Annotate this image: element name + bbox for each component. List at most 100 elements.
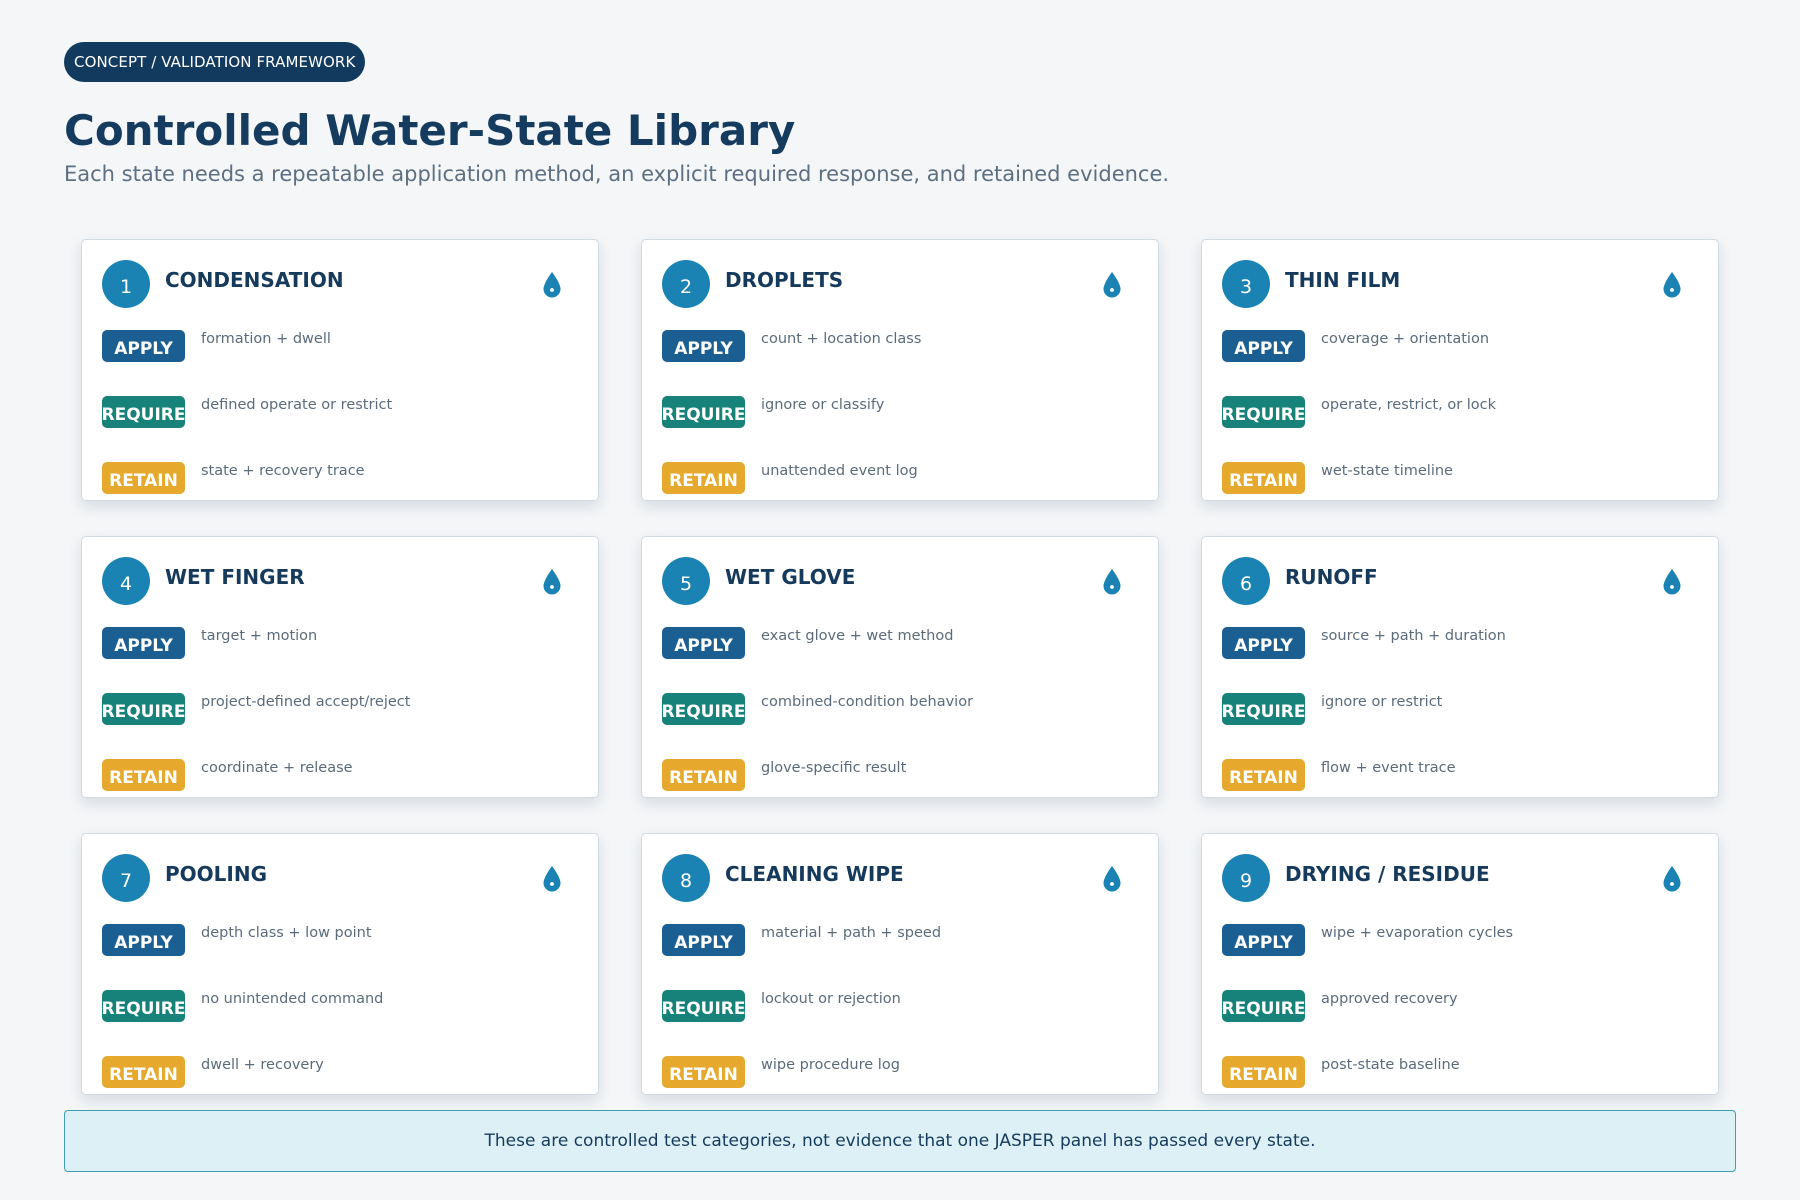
require-tag: REQUIRE	[102, 693, 186, 725]
require-tag: REQUIRE	[1222, 990, 1306, 1022]
retain-row: RETAIN state + recovery trace	[102, 462, 365, 494]
apply-tag: APPLY	[102, 924, 185, 956]
card-number-badge: 9	[1222, 854, 1270, 902]
retain-text: glove-specific result	[761, 760, 907, 776]
state-card: 3 THIN FILM APPLY coverage + orientation REQ…	[1201, 239, 1719, 501]
apply-text: depth class + low point	[201, 925, 372, 941]
apply-row: APPLY target + motion	[102, 627, 317, 659]
retain-tag: RETAIN	[102, 759, 185, 791]
state-card: 4 WET FINGER APPLY target + motion REQUIRE pr…	[81, 536, 599, 798]
card-number-badge: 7	[102, 854, 150, 902]
require-row: REQUIRE combined-condition behavior	[662, 693, 973, 725]
apply-text: count + location class	[761, 331, 922, 347]
eyebrow-badge: CONCEPT / VALIDATION FRAMEWORK	[64, 42, 366, 82]
apply-tag: APPLY	[662, 627, 745, 659]
require-text: no unintended command	[201, 991, 384, 1007]
state-card: 7 POOLING APPLY depth class + low point REQU…	[81, 833, 599, 1095]
require-row: REQUIRE operate, restrict, or lock	[1222, 396, 1496, 428]
page: CONCEPT / VALIDATION FRAMEWORK Controlle…	[0, 0, 1800, 1200]
retain-row: RETAIN glove-specific result	[662, 759, 906, 791]
card-title: DROPLETS	[725, 268, 844, 292]
retain-tag: RETAIN	[1222, 462, 1305, 494]
apply-text: target + motion	[201, 628, 318, 644]
retain-row: RETAIN wet-state timeline	[1222, 462, 1453, 494]
apply-row: APPLY formation + dwell	[102, 330, 331, 362]
apply-row: APPLY exact glove + wet method	[662, 627, 953, 659]
retain-row: RETAIN flow + event trace	[1222, 759, 1456, 791]
apply-row: APPLY material + path + speed	[662, 924, 941, 956]
state-card: 9 DRYING / RESIDUE APPLY wipe + evaporation…	[1201, 833, 1719, 1095]
retain-row: RETAIN dwell + recovery	[102, 1056, 324, 1088]
retain-row: RETAIN coordinate + release	[102, 759, 353, 791]
require-tag: REQUIRE	[662, 396, 746, 428]
apply-tag: APPLY	[1222, 924, 1305, 956]
apply-row: APPLY wipe + evaporation cycles	[1222, 924, 1513, 956]
apply-text: exact glove + wet method	[761, 628, 954, 644]
card-number-badge: 4	[102, 557, 150, 605]
apply-row: APPLY coverage + orientation	[1222, 330, 1489, 362]
water-drop-icon	[1662, 865, 1682, 893]
retain-text: post-state baseline	[1321, 1057, 1460, 1073]
retain-tag: RETAIN	[102, 462, 185, 494]
retain-tag: RETAIN	[1222, 759, 1305, 791]
page-subtitle: Each state needs a repeatable applicatio…	[64, 162, 1170, 186]
retain-tag: RETAIN	[662, 759, 745, 791]
retain-tag: RETAIN	[662, 462, 745, 494]
state-card: 8 CLEANING WIPE APPLY material + path + spe…	[641, 833, 1159, 1095]
require-text: combined-condition behavior	[761, 694, 974, 710]
require-tag: REQUIRE	[102, 396, 186, 428]
require-text: approved recovery	[1321, 991, 1458, 1007]
water-drop-icon	[1102, 271, 1122, 299]
apply-text: material + path + speed	[761, 925, 942, 941]
require-row: REQUIRE project-defined accept/reject	[102, 693, 410, 725]
require-tag: REQUIRE	[1222, 693, 1306, 725]
page-title: Controlled Water-State Library	[64, 106, 796, 155]
card-title: WET GLOVE	[725, 565, 856, 589]
retain-tag: RETAIN	[662, 1056, 745, 1088]
card-number-badge: 8	[662, 854, 710, 902]
apply-tag: APPLY	[1222, 330, 1305, 362]
apply-row: APPLY source + path + duration	[1222, 627, 1506, 659]
apply-row: APPLY depth class + low point	[102, 924, 372, 956]
require-tag: REQUIRE	[662, 990, 746, 1022]
retain-text: state + recovery trace	[201, 463, 365, 479]
card-title: RUNOFF	[1285, 565, 1378, 589]
retain-text: unattended event log	[761, 463, 918, 479]
water-drop-icon	[542, 865, 562, 893]
require-row: REQUIRE approved recovery	[1222, 990, 1458, 1022]
card-title: DRYING / RESIDUE	[1285, 862, 1490, 886]
state-card: 6 RUNOFF APPLY source + path + duration REQU…	[1201, 536, 1719, 798]
retain-row: RETAIN wipe procedure log	[662, 1056, 900, 1088]
retain-text: wipe procedure log	[761, 1057, 900, 1073]
retain-row: RETAIN post-state baseline	[1222, 1056, 1460, 1088]
require-row: REQUIRE no unintended command	[102, 990, 383, 1022]
state-card: 1 CONDENSATION APPLY formation + dwell REQUI…	[81, 239, 599, 501]
card-number-badge: 1	[102, 260, 150, 308]
card-title: WET FINGER	[165, 565, 305, 589]
retain-text: flow + event trace	[1321, 760, 1456, 776]
card-number-badge: 3	[1222, 260, 1270, 308]
state-card: 5 WET GLOVE APPLY exact glove + wet method R…	[641, 536, 1159, 798]
state-card: 2 DROPLETS APPLY count + location class REQU…	[641, 239, 1159, 501]
apply-tag: APPLY	[662, 924, 745, 956]
retain-text: dwell + recovery	[201, 1057, 324, 1073]
card-number-badge: 2	[662, 260, 710, 308]
water-state-card-grid: 1 CONDENSATION APPLY formation + dwell REQUI…	[81, 239, 1721, 1095]
apply-tag: APPLY	[102, 330, 185, 362]
apply-text: wipe + evaporation cycles	[1321, 925, 1514, 941]
retain-row: RETAIN unattended event log	[662, 462, 918, 494]
water-drop-icon	[1662, 271, 1682, 299]
require-tag: REQUIRE	[102, 990, 186, 1022]
retain-tag: RETAIN	[102, 1056, 185, 1088]
apply-text: coverage + orientation	[1321, 331, 1490, 347]
apply-row: APPLY count + location class	[662, 330, 921, 362]
water-drop-icon	[542, 271, 562, 299]
require-text: defined operate or restrict	[201, 397, 393, 413]
apply-tag: APPLY	[102, 627, 185, 659]
footer-note: These are controlled test categories, no…	[64, 1110, 1736, 1172]
require-text: operate, restrict, or lock	[1321, 397, 1497, 413]
apply-tag: APPLY	[1222, 627, 1305, 659]
require-tag: REQUIRE	[662, 693, 746, 725]
apply-tag: APPLY	[662, 330, 745, 362]
apply-text: formation + dwell	[201, 331, 331, 347]
